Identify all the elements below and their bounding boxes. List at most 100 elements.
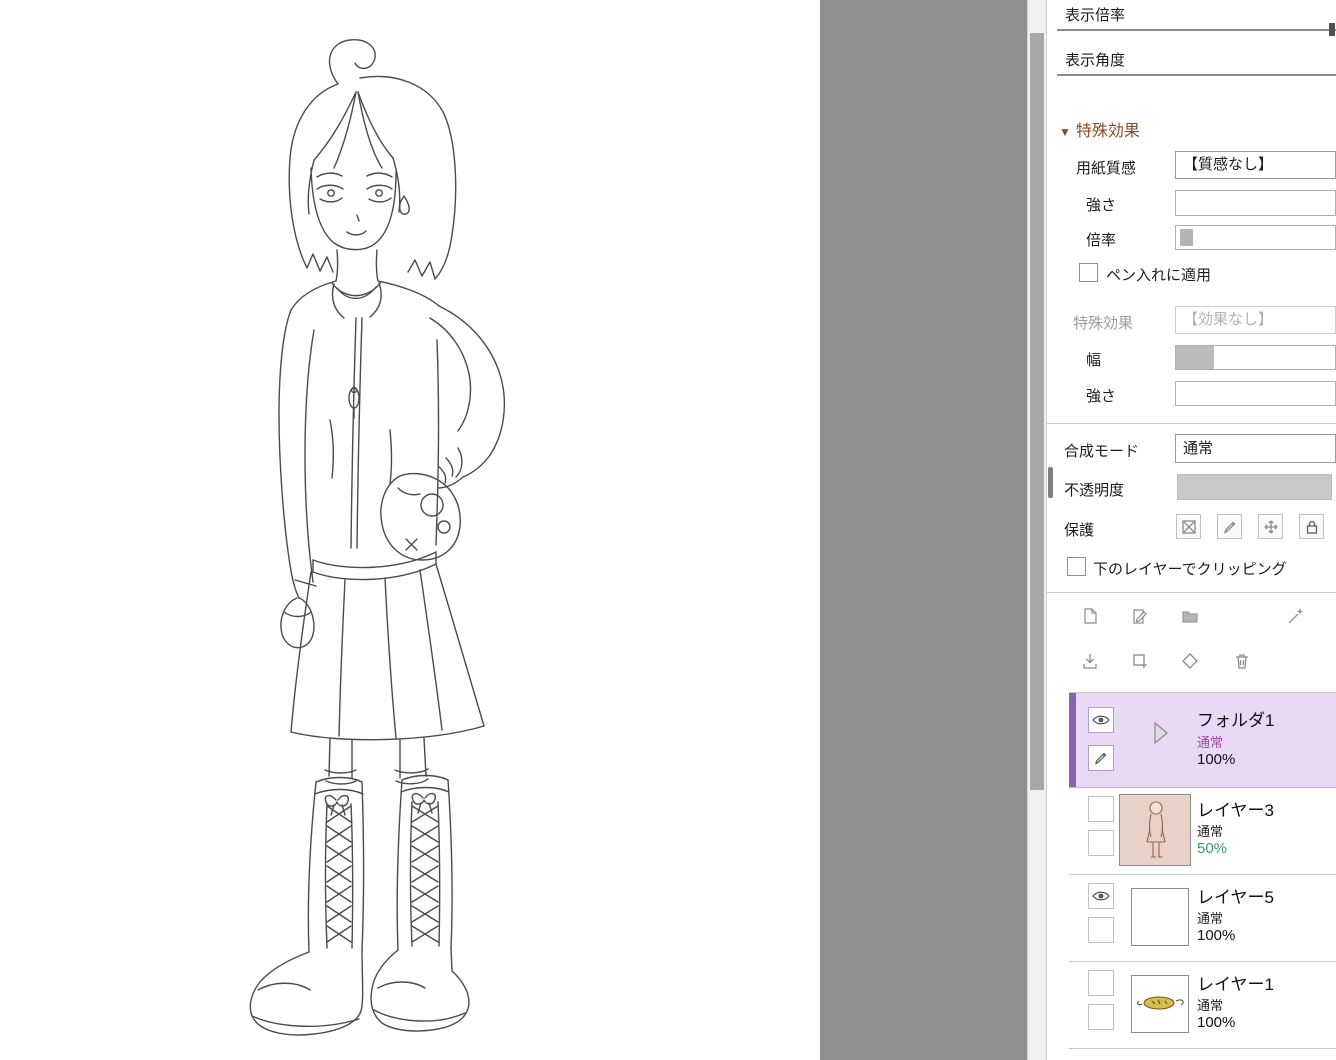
effect-strength-slider[interactable] — [1175, 381, 1336, 406]
character-sketch — [0, 0, 820, 1060]
expand-triangle-icon — [1153, 721, 1169, 745]
layer-visibility-toggle[interactable] — [1088, 883, 1114, 909]
canvas[interactable] — [0, 0, 820, 1060]
layer-opacity: 100% — [1197, 927, 1235, 944]
layer-pen-toggle[interactable] — [1088, 917, 1114, 943]
protect-lock-icon — [1304, 519, 1320, 535]
view-angle-slider[interactable] — [1057, 74, 1336, 76]
opacity-slider[interactable] — [1177, 474, 1332, 500]
layer-pen-toggle[interactable] — [1088, 745, 1114, 771]
divider — [1047, 592, 1336, 593]
apply-inking-checkbox[interactable] — [1079, 263, 1098, 282]
effect-width-label: 幅 — [1086, 349, 1101, 370]
main-vertical-scrollbar[interactable] — [1027, 0, 1046, 1060]
layer-pen-toggle[interactable] — [1088, 1004, 1114, 1030]
layer-row-layer5[interactable]: レイヤー5 通常 100% — [1069, 875, 1336, 962]
collapse-arrow-icon: ▼ — [1059, 125, 1071, 139]
layer-name: レイヤー3 — [1197, 796, 1274, 821]
layer-visibility-toggle[interactable] — [1088, 970, 1114, 996]
layer-name: レイヤー1 — [1197, 970, 1274, 995]
blend-mode-dropdown[interactable]: 通常 — [1175, 434, 1336, 463]
view-zoom-slider-thumb[interactable] — [1329, 23, 1335, 36]
transfer-down-button[interactable] — [1077, 648, 1103, 674]
copy-layer-icon — [1131, 652, 1149, 670]
texture-strength-label: 強さ — [1086, 194, 1116, 215]
view-angle-label: 表示角度 — [1065, 49, 1125, 70]
blend-mode-label: 合成モード — [1064, 440, 1139, 461]
layer-opacity: 50% — [1197, 840, 1227, 857]
layer-row-layer1[interactable]: レイヤー1 通常 100% — [1069, 962, 1336, 1049]
eye-icon — [1092, 890, 1110, 902]
effect-width-slider[interactable] — [1175, 345, 1336, 370]
layer-blend-mode: 通常 — [1197, 908, 1223, 927]
new-layer-icon — [1081, 607, 1099, 625]
view-zoom-slider[interactable] — [1057, 29, 1336, 31]
layer-name: レイヤー5 — [1197, 883, 1274, 908]
new-folder-icon — [1181, 607, 1199, 625]
layer3-thumbnail-art — [1120, 795, 1190, 865]
new-folder-button[interactable] — [1177, 603, 1203, 629]
layer-opacity: 100% — [1197, 751, 1235, 768]
selected-accent-bar — [1069, 693, 1076, 787]
layer-thumbnail[interactable] — [1119, 794, 1191, 866]
layer-visibility-toggle[interactable] — [1088, 707, 1114, 733]
texture-strength-slider[interactable] — [1175, 190, 1336, 216]
layer-thumbnail[interactable] — [1131, 888, 1189, 946]
canvas-surround — [820, 0, 1027, 1060]
layer-row-folder1[interactable]: フォルダ1 通常 100% — [1069, 693, 1336, 788]
layer-name: フォルダ1 — [1197, 706, 1274, 731]
clipping-checkbox[interactable] — [1067, 557, 1086, 576]
new-layer-button[interactable] — [1077, 603, 1103, 629]
protect-transparent-icon — [1181, 519, 1197, 535]
eye-icon — [1092, 714, 1110, 726]
side-panel: 表示倍率 表示角度 ▼特殊効果 用紙質感 【質感なし】 強さ 倍率 ペン入れに適… — [1046, 0, 1336, 1060]
texture-scale-slider-thumb[interactable] — [1180, 229, 1193, 246]
pen-icon — [1093, 750, 1109, 766]
texture-scale-label: 倍率 — [1086, 229, 1116, 250]
protect-move-button[interactable] — [1258, 514, 1283, 539]
layer-pen-toggle[interactable] — [1088, 830, 1114, 856]
paper-texture-label: 用紙質感 — [1076, 157, 1136, 178]
protect-lock-button[interactable] — [1299, 514, 1324, 539]
layer1-thumbnail-art — [1132, 976, 1188, 1032]
clipping-label: 下のレイヤーでクリッピング — [1093, 558, 1287, 579]
texture-scale-slider[interactable] — [1175, 225, 1336, 250]
copy-layer-button[interactable] — [1127, 648, 1153, 674]
folder-expand-arrow[interactable] — [1153, 721, 1169, 745]
paper-texture-dropdown[interactable]: 【質感なし】 — [1175, 151, 1336, 179]
panel-scrollbar-thumb[interactable] — [1048, 467, 1053, 498]
layer-opacity: 100% — [1197, 1014, 1235, 1031]
special-effect-label: 特殊効果 — [1073, 312, 1133, 333]
layer-blend-mode: 通常 — [1197, 732, 1223, 751]
layer-visibility-toggle[interactable] — [1088, 796, 1114, 822]
protect-draw-icon — [1222, 519, 1238, 535]
view-zoom-label: 表示倍率 — [1065, 4, 1125, 25]
divider — [1047, 423, 1336, 424]
layer-row-layer3[interactable]: レイヤー3 通常 50% — [1069, 788, 1336, 875]
clear-layer-icon — [1181, 652, 1199, 670]
wand-button[interactable] — [1283, 603, 1309, 629]
protect-move-icon — [1263, 519, 1279, 535]
layer-list: フォルダ1 通常 100% — [1069, 692, 1336, 1049]
delete-layer-icon — [1233, 652, 1251, 670]
protect-draw-button[interactable] — [1217, 514, 1242, 539]
clear-layer-button[interactable] — [1177, 648, 1203, 674]
new-linework-layer-icon — [1131, 607, 1149, 625]
new-linework-layer-button[interactable] — [1127, 603, 1153, 629]
effects-section-header[interactable]: ▼特殊効果 — [1059, 117, 1140, 141]
app-window: 表示倍率 表示角度 ▼特殊効果 用紙質感 【質感なし】 強さ 倍率 ペン入れに適… — [0, 0, 1336, 1060]
transfer-down-icon — [1081, 652, 1099, 670]
opacity-label: 不透明度 — [1064, 479, 1124, 500]
special-effect-dropdown[interactable]: 【効果なし】 — [1175, 306, 1336, 334]
effect-width-slider-fill — [1176, 346, 1214, 369]
protect-label: 保護 — [1064, 519, 1094, 540]
apply-inking-label: ペン入れに適用 — [1106, 264, 1211, 285]
main-scrollbar-thumb[interactable] — [1030, 33, 1044, 790]
layer-blend-mode: 通常 — [1197, 995, 1223, 1014]
delete-layer-button[interactable] — [1229, 648, 1255, 674]
protect-transparent-button[interactable] — [1176, 514, 1201, 539]
wand-icon — [1286, 606, 1306, 626]
layer-blend-mode: 通常 — [1197, 821, 1223, 840]
effect-strength-label: 強さ — [1086, 385, 1116, 406]
layer-thumbnail[interactable] — [1131, 975, 1189, 1033]
